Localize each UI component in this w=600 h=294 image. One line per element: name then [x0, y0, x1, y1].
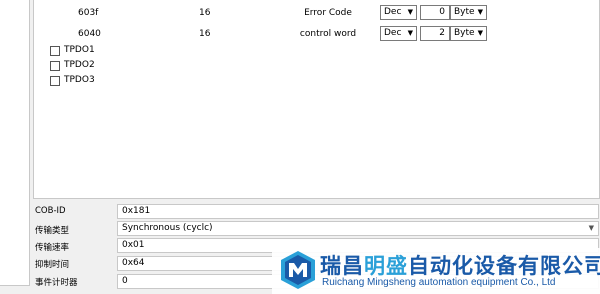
tpdo-label: TPDO1	[64, 45, 95, 55]
inhibit-time-label: 抑制时间	[35, 260, 70, 270]
left-panel	[0, 0, 30, 294]
left-panel-footer	[0, 285, 30, 294]
mapping-bits: 16	[199, 29, 211, 39]
transmission-type-value: Synchronous (cyclc)	[122, 223, 213, 233]
mapping-bits: 16	[199, 8, 211, 18]
transmission-type-dropdown[interactable]: Synchronous (cyclc) ▼	[117, 221, 599, 236]
mapping-name: control word	[299, 29, 357, 39]
company-name-part1: 瑞昌	[320, 254, 364, 278]
company-subtitle: Ruichang Mingsheng automation equipment …	[322, 277, 556, 288]
company-name: 瑞昌明盛自动化设备有限公司	[320, 250, 600, 280]
checkbox-icon	[50, 46, 60, 56]
format-value: Dec	[384, 28, 402, 38]
unit-dropdown[interactable]: Byte ▼	[450, 26, 487, 41]
cob-id-label: COB-ID	[35, 206, 66, 216]
company-name-part3: 自动化设备有限公司	[408, 254, 600, 278]
tpdo-label: TPDO2	[64, 60, 95, 70]
unit-value: Byte	[454, 28, 475, 38]
transmission-rate-label: 传输速率	[35, 243, 70, 253]
format-dropdown[interactable]: Dec ▼	[380, 26, 417, 41]
format-value: Dec	[384, 7, 402, 17]
company-name-part2: 明盛	[364, 254, 408, 278]
pdo-mapping-panel: 603f 16 Error Code Dec ▼ 0 Byte ▼ 6040 1…	[33, 0, 600, 199]
mapping-row: 603f 16 Error Code Dec ▼ 0 Byte ▼	[34, 5, 600, 21]
checkbox-icon	[50, 76, 60, 86]
mapping-row: 6040 16 control word Dec ▼ 2 Byte ▼	[34, 26, 600, 42]
unit-dropdown[interactable]: Byte ▼	[450, 5, 487, 20]
chevron-down-icon: ▼	[588, 224, 594, 232]
unit-value: Byte	[454, 7, 475, 17]
cob-id-field[interactable]: 0x181	[117, 204, 599, 219]
company-logo-icon	[281, 251, 315, 289]
transmission-type-label: 传输类型	[35, 226, 70, 236]
value-field[interactable]: 0	[420, 5, 450, 20]
dropdown-arrow-icon: ▼	[407, 8, 413, 16]
mapping-index: 6040	[78, 29, 101, 39]
checkbox-icon	[50, 61, 60, 71]
dropdown-arrow-icon: ▼	[477, 29, 483, 37]
tpdo-label: TPDO3	[64, 75, 95, 85]
dropdown-arrow-icon: ▼	[407, 29, 413, 37]
company-watermark: 瑞昌明盛自动化设备有限公司 Ruichang Mingsheng automat…	[272, 248, 600, 294]
dropdown-arrow-icon: ▼	[477, 8, 483, 16]
value-field[interactable]: 2	[420, 26, 450, 41]
format-dropdown[interactable]: Dec ▼	[380, 5, 417, 20]
mapping-index: 603f	[78, 8, 99, 18]
event-timer-label: 事件计时器	[35, 278, 78, 288]
mapping-name: Error Code	[304, 8, 352, 18]
